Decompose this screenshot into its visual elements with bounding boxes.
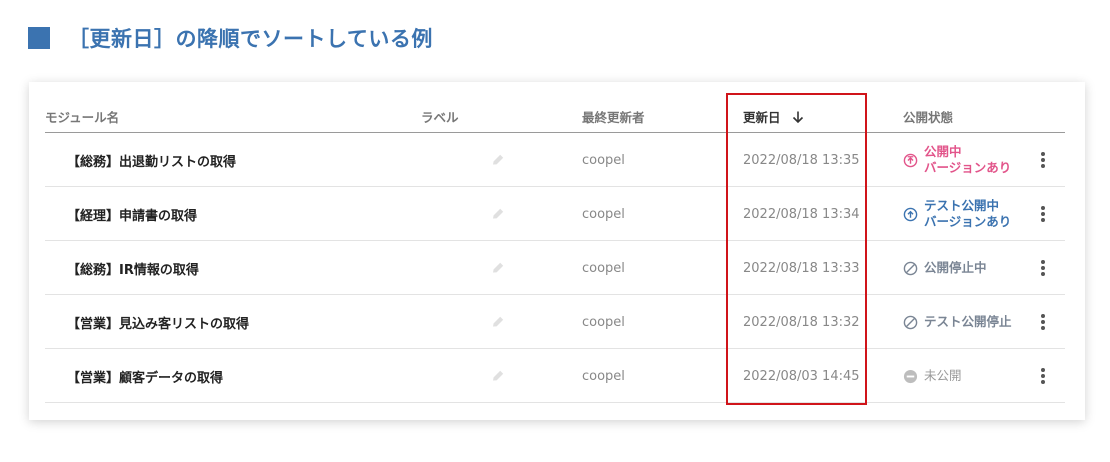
more-vert-icon[interactable] xyxy=(1041,206,1045,222)
row-menu-button[interactable] xyxy=(1035,187,1051,241)
stop-icon xyxy=(903,315,918,329)
label-cell[interactable] xyxy=(490,187,506,241)
edit-label-icon[interactable] xyxy=(490,368,506,384)
table-row[interactable]: 【営業】見込み客リストの取得 coopel 2022/08/18 13:32 テ… xyxy=(45,295,1065,349)
page-title: ［更新日］の降順でソートしている例 xyxy=(68,27,433,51)
table-body: 【総務】出退勤リストの取得 coopel 2022/08/18 13:35 公開… xyxy=(45,133,1065,403)
label-cell[interactable] xyxy=(490,349,506,403)
last-updated-by: coopel xyxy=(582,152,625,168)
updated-date: 2022/08/18 13:32 xyxy=(743,314,860,330)
last-updated-by: coopel xyxy=(582,260,625,276)
column-header-date[interactable]: 更新日 xyxy=(743,107,805,126)
label-cell[interactable] xyxy=(490,133,506,187)
column-header-status[interactable]: 公開状態 xyxy=(903,107,953,126)
column-header-label[interactable]: ラベル xyxy=(421,107,459,126)
more-vert-icon[interactable] xyxy=(1041,260,1045,276)
edit-label-icon[interactable] xyxy=(490,206,506,222)
status-line-2: バージョンあり xyxy=(924,160,1012,175)
status-line-1: テスト公開停止 xyxy=(924,314,1012,329)
status-line-1: 公開停止中 xyxy=(924,260,987,275)
table-row[interactable]: 【営業】顧客データの取得 coopel 2022/08/03 14:45 未公開 xyxy=(45,349,1065,403)
status-line-1: 未公開 xyxy=(924,368,962,383)
status-badge: テスト公開停止 xyxy=(903,295,1012,349)
table-row[interactable]: 【総務】出退勤リストの取得 coopel 2022/08/18 13:35 公開… xyxy=(45,133,1065,187)
more-vert-icon[interactable] xyxy=(1041,152,1045,168)
module-table: モジュール名 ラベル 最終更新者 更新日 公開状態 【総務】出退勤リストの取得 … xyxy=(45,82,1065,403)
test-publish-upload-icon xyxy=(903,207,918,221)
updated-date: 2022/08/18 13:33 xyxy=(743,260,860,276)
row-menu-button[interactable] xyxy=(1035,133,1051,187)
page-heading: ［更新日］の降順でソートしている例 xyxy=(28,22,433,54)
status-badge: テスト公開中 バージョンあり xyxy=(903,187,1011,241)
status-text: 公開中 バージョンあり xyxy=(924,144,1011,176)
row-menu-button[interactable] xyxy=(1035,241,1051,295)
module-name[interactable]: 【営業】見込み客リストの取得 xyxy=(67,295,249,349)
edit-label-icon[interactable] xyxy=(490,260,506,276)
table-header: モジュール名 ラベル 最終更新者 更新日 公開状態 xyxy=(45,82,1065,133)
status-badge: 未公開 xyxy=(903,349,962,403)
column-header-name[interactable]: モジュール名 xyxy=(45,107,119,126)
module-name[interactable]: 【総務】IR情報の取得 xyxy=(67,241,199,295)
label-cell[interactable] xyxy=(490,241,506,295)
unpublished-minus-icon xyxy=(903,369,918,383)
row-menu-button[interactable] xyxy=(1035,349,1051,403)
status-badge: 公開停止中 xyxy=(903,241,987,295)
column-header-user[interactable]: 最終更新者 xyxy=(582,107,645,126)
status-text: テスト公開停止 xyxy=(924,314,1012,330)
sort-descending-icon xyxy=(792,111,803,123)
status-text: 公開停止中 xyxy=(924,260,987,276)
module-name[interactable]: 【営業】顧客データの取得 xyxy=(67,349,223,403)
status-line-2: バージョンあり xyxy=(924,214,1012,229)
updated-date: 2022/08/18 13:35 xyxy=(743,152,860,168)
module-list-card: モジュール名 ラベル 最終更新者 更新日 公開状態 【総務】出退勤リストの取得 … xyxy=(29,82,1085,420)
status-line-1: 公開中 xyxy=(924,144,962,159)
status-badge: 公開中 バージョンあり xyxy=(903,133,1011,187)
more-vert-icon[interactable] xyxy=(1041,368,1045,384)
last-updated-by: coopel xyxy=(582,206,625,222)
table-row[interactable]: 【総務】IR情報の取得 coopel 2022/08/18 13:33 公開停止… xyxy=(45,241,1065,295)
module-name[interactable]: 【総務】出退勤リストの取得 xyxy=(67,133,236,187)
module-name[interactable]: 【経理】申請書の取得 xyxy=(67,187,197,241)
publish-upload-icon xyxy=(903,153,918,167)
status-line-1: テスト公開中 xyxy=(924,198,1000,213)
last-updated-by: coopel xyxy=(582,368,625,384)
stop-icon xyxy=(903,261,918,275)
status-text: 未公開 xyxy=(924,368,962,384)
updated-date: 2022/08/18 13:34 xyxy=(743,206,860,222)
edit-label-icon[interactable] xyxy=(490,314,506,330)
table-row[interactable]: 【経理】申請書の取得 coopel 2022/08/18 13:34 テスト公開… xyxy=(45,187,1065,241)
updated-date: 2022/08/03 14:45 xyxy=(743,368,860,384)
more-vert-icon[interactable] xyxy=(1041,314,1045,330)
label-cell[interactable] xyxy=(490,295,506,349)
heading-square-icon xyxy=(28,27,50,49)
status-text: テスト公開中 バージョンあり xyxy=(924,198,1011,230)
row-menu-button[interactable] xyxy=(1035,295,1051,349)
last-updated-by: coopel xyxy=(582,314,625,330)
edit-label-icon[interactable] xyxy=(490,152,506,168)
